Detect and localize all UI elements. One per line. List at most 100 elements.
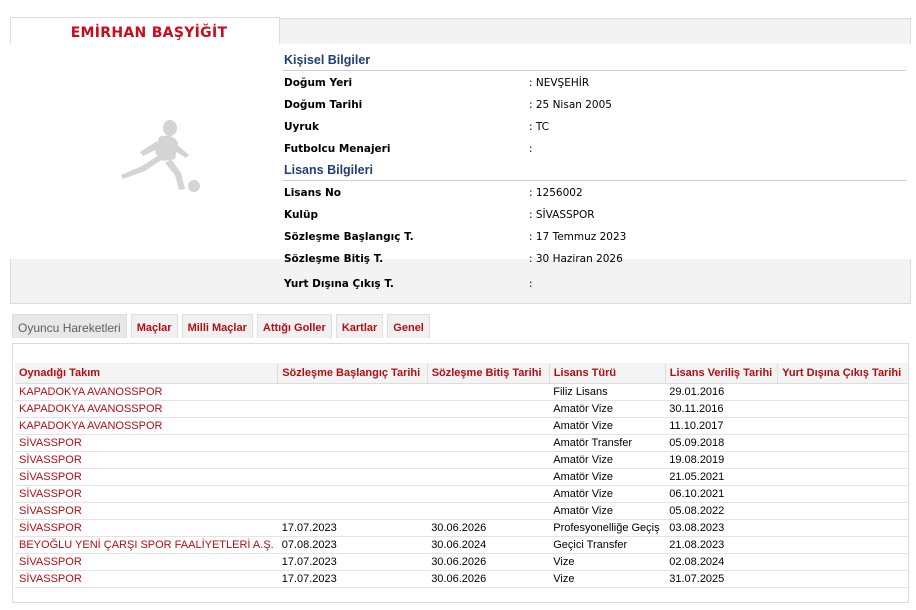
contract-end-cell bbox=[427, 485, 550, 503]
contract-end-cell: 30.06.2026 bbox=[427, 570, 550, 588]
contract-end-cell bbox=[427, 400, 550, 418]
contract-start-cell: 17.07.2023 bbox=[277, 553, 428, 571]
column-header-license-type[interactable]: Lisans Türü bbox=[549, 363, 666, 384]
license-date-cell: 05.08.2022 bbox=[665, 502, 778, 520]
team-cell[interactable]: BEYOĞLU YENİ ÇARŞI SPOR FAALİYETLERİ A.Ş… bbox=[15, 536, 278, 554]
team-cell[interactable]: SİVASSPOR bbox=[15, 468, 278, 486]
table-row: SİVASSPOR 17.07.2023 30.06.2026 Vize 02.08.2… bbox=[15, 553, 908, 571]
team-cell[interactable]: SİVASSPOR bbox=[15, 519, 278, 537]
abroad-exit-cell bbox=[777, 400, 908, 418]
team-cell[interactable]: SİVASSPOR bbox=[15, 434, 278, 452]
abroad-exit-cell bbox=[777, 502, 908, 520]
license-date-cell: 05.09.2018 bbox=[665, 434, 778, 452]
contract-start-cell bbox=[277, 451, 428, 469]
contract-start-cell bbox=[277, 502, 428, 520]
birthdate-label: Doğum Tarihi bbox=[284, 99, 363, 111]
column-header-abroad-exit[interactable]: Yurt Dışına Çıkış Tarihi bbox=[777, 363, 908, 384]
license-type-cell: Amatör Vize bbox=[549, 485, 666, 503]
team-cell[interactable]: KAPADOKYA AVANOSSPOR bbox=[15, 400, 278, 418]
abroad-exit-cell bbox=[777, 553, 908, 571]
contract-end-value: : 30 Haziran 2026 bbox=[529, 253, 623, 265]
license-type-cell: Filiz Lisans bbox=[549, 383, 666, 401]
contract-end-cell bbox=[427, 417, 550, 435]
table-row: SİVASSPOR Amatör Vize 21.05.2021 bbox=[15, 468, 908, 486]
license-date-cell: 21.05.2021 bbox=[665, 468, 778, 486]
contract-start-cell: 17.07.2023 bbox=[277, 570, 428, 588]
table-row: SİVASSPOR Amatör Transfer 05.09.2018 bbox=[15, 434, 908, 452]
column-header-team[interactable]: Oynadığı Takım bbox=[15, 363, 279, 384]
license-type-cell: Vize bbox=[549, 570, 666, 588]
license-type-cell: Amatör Vize bbox=[549, 451, 666, 469]
player-photo bbox=[10, 44, 280, 259]
table-row: SİVASSPOR Amatör Vize 06.10.2021 bbox=[15, 485, 908, 503]
abroad-exit-cell bbox=[777, 383, 908, 401]
player-movements-table: Oynadığı Takım Sözleşme Başlangıç Tarihi… bbox=[15, 363, 908, 588]
section-divider bbox=[282, 180, 906, 181]
club-label: Kulüp bbox=[284, 209, 319, 221]
team-cell[interactable]: SİVASSPOR bbox=[15, 570, 278, 588]
birthplace-label: Doğum Yeri bbox=[284, 77, 353, 89]
license-no-value: : 1256002 bbox=[529, 187, 583, 199]
contract-end-cell: 30.06.2026 bbox=[427, 519, 550, 537]
column-header-contract-end[interactable]: Sözleşme Bitiş Tarihi bbox=[427, 363, 550, 384]
contract-end-label: Sözleşme Bitiş T. bbox=[284, 253, 384, 265]
nationality-label: Uyruk bbox=[284, 121, 320, 133]
abroad-exit-cell bbox=[777, 519, 908, 537]
player-details: Kişisel Bilgiler Doğum Yeri : NEVŞEHİR D… bbox=[280, 44, 911, 265]
abroad-exit-cell bbox=[777, 536, 908, 554]
tab-cards[interactable]: Kartlar bbox=[335, 314, 384, 338]
license-date-cell: 03.08.2023 bbox=[665, 519, 778, 537]
team-cell[interactable]: SİVASSPOR bbox=[15, 553, 278, 571]
team-cell[interactable]: SİVASSPOR bbox=[15, 485, 278, 503]
birthdate-value: : 25 Nisan 2005 bbox=[529, 99, 612, 111]
table-row: SİVASSPOR Amatör Vize 19.08.2019 bbox=[15, 451, 908, 469]
abroad-exit-cell bbox=[777, 485, 908, 503]
team-cell[interactable]: SİVASSPOR bbox=[15, 451, 278, 469]
license-type-cell: Amatör Transfer bbox=[549, 434, 666, 452]
contract-end-cell: 30.06.2026 bbox=[427, 553, 550, 571]
section-divider bbox=[282, 70, 906, 71]
column-header-license-date[interactable]: Lisans Veriliş Tarihi bbox=[665, 363, 779, 384]
contract-start-cell bbox=[277, 417, 428, 435]
birthplace-value: : NEVŞEHİR bbox=[529, 77, 590, 89]
contract-end-cell bbox=[427, 383, 550, 401]
column-header-contract-start[interactable]: Sözleşme Başlangıç Tarihi bbox=[277, 363, 428, 384]
license-date-cell: 02.08.2024 bbox=[665, 553, 778, 571]
table-row: BEYOĞLU YENİ ÇARŞI SPOR FAALİYETLERİ A.Ş… bbox=[15, 536, 908, 554]
tab-goals[interactable]: Attığı Goller bbox=[256, 314, 332, 338]
agent-value: : bbox=[529, 143, 533, 155]
contract-start-cell bbox=[277, 485, 428, 503]
contract-start-cell bbox=[277, 400, 428, 418]
abroad-exit-cell bbox=[777, 451, 908, 469]
abroad-exit-cell bbox=[777, 434, 908, 452]
team-cell[interactable]: KAPADOKYA AVANOSSPOR bbox=[15, 383, 278, 401]
footballer-silhouette-icon bbox=[121, 120, 200, 192]
team-cell[interactable]: KAPADOKYA AVANOSSPOR bbox=[15, 417, 278, 435]
license-type-cell: Geçici Transfer bbox=[549, 536, 666, 554]
table-row: SİVASSPOR Amatör Vize 05.08.2022 bbox=[15, 502, 908, 520]
contract-start-cell bbox=[277, 434, 428, 452]
table-header-row: Oynadığı Takım Sözleşme Başlangıç Tarihi… bbox=[15, 363, 908, 384]
contract-end-cell bbox=[427, 502, 550, 520]
license-type-cell: Profesyonelliğe Geçiş bbox=[549, 519, 666, 537]
license-date-cell: 29.01.2016 bbox=[665, 383, 778, 401]
license-type-cell: Amatör Vize bbox=[549, 417, 666, 435]
contract-end-cell bbox=[427, 434, 550, 452]
tab-general[interactable]: Genel bbox=[387, 314, 430, 338]
nationality-value: : TC bbox=[529, 121, 550, 133]
team-cell[interactable]: SİVASSPOR bbox=[15, 502, 278, 520]
abroad-exit-cell bbox=[777, 570, 908, 588]
contract-start-value: : 17 Temmuz 2023 bbox=[529, 231, 627, 243]
contract-end-cell bbox=[427, 451, 550, 469]
tab-player-movements[interactable]: Oyuncu Hareketleri bbox=[12, 314, 127, 338]
abroad-exit-cell bbox=[777, 468, 908, 486]
license-type-cell: Amatör Vize bbox=[549, 400, 666, 418]
license-date-cell: 11.10.2017 bbox=[665, 417, 778, 435]
tab-national-matches[interactable]: Milli Maçlar bbox=[181, 314, 253, 338]
table-row: KAPADOKYA AVANOSSPOR Amatör Vize 30.11.201… bbox=[15, 400, 908, 418]
player-name: EMİRHAN BAŞYİĞİT bbox=[70, 25, 228, 41]
agent-label: Futbolcu Menajeri bbox=[284, 143, 391, 155]
tab-matches[interactable]: Maçlar bbox=[130, 314, 178, 338]
table-row: SİVASSPOR 17.07.2023 30.06.2026 Vize 31.07.2… bbox=[15, 570, 908, 588]
license-type-cell: Vize bbox=[549, 553, 666, 571]
